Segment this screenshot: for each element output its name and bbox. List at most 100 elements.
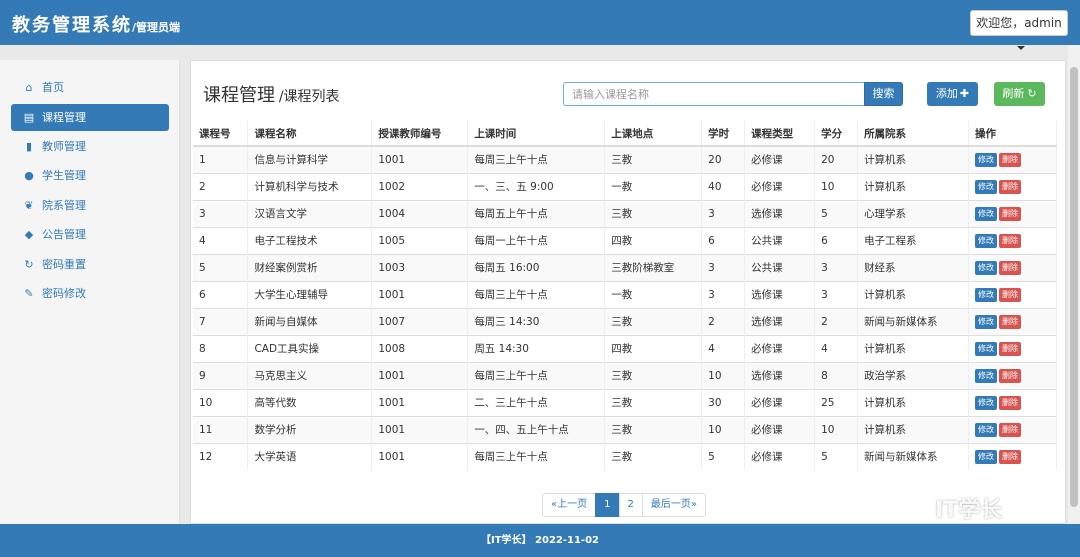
table-cell: 选修课	[744, 199, 816, 227]
last-page-button[interactable]: 最后一页»	[641, 493, 706, 517]
sidebar-item-departments[interactable]: ❦ 院系管理	[11, 192, 169, 219]
table-cell: 大学生心理辅导	[247, 280, 373, 308]
edit-button[interactable]: 修改	[975, 206, 997, 221]
delete-button[interactable]: 删除	[999, 341, 1021, 356]
sidebar-item-password-reset[interactable]: ↻ 密码重置	[11, 251, 169, 278]
table-cell: 四教	[604, 226, 703, 254]
page-button-1[interactable]: 1	[595, 493, 620, 517]
table-cell: 选修课	[744, 307, 816, 335]
delete-button[interactable]: 删除	[999, 233, 1021, 248]
actions-cell: 修改 删除	[968, 199, 1057, 227]
table-cell: 新闻与自媒体	[247, 307, 373, 335]
refresh-button[interactable]: 刷新 ↻	[994, 82, 1045, 106]
sidebar-item-home[interactable]: ⌂ 首页	[11, 74, 169, 101]
table-cell: 计算机系	[857, 334, 969, 362]
edit-button[interactable]: 修改	[975, 341, 997, 356]
edit-button[interactable]: 修改	[975, 368, 997, 383]
table-cell: 计算机系	[857, 388, 969, 416]
refresh-icon: ↻	[24, 258, 34, 271]
app-subtitle: /管理员端	[132, 21, 181, 34]
edit-button[interactable]: 修改	[975, 152, 997, 167]
search-button[interactable]: 搜索	[864, 82, 903, 106]
app-title: 教务管理系统	[12, 15, 132, 36]
table-cell: 20	[701, 145, 746, 173]
page-button-2[interactable]: 2	[618, 493, 643, 517]
table-cell: 大学英语	[247, 442, 373, 470]
edit-button[interactable]: 修改	[975, 422, 997, 437]
prev-page-button[interactable]: «上一页	[542, 493, 597, 517]
delete-button[interactable]: 删除	[999, 179, 1021, 194]
table-cell: 四教	[604, 334, 703, 362]
add-button[interactable]: 添加 ✚	[927, 82, 978, 106]
footer: 【IT学长】 2022-11-02	[0, 524, 1080, 557]
table-cell: 10	[814, 415, 859, 443]
tags-icon: ◆	[24, 228, 34, 241]
table-cell: 电子工程技术	[247, 226, 373, 254]
actions-cell: 修改 删除	[968, 145, 1057, 173]
user-menu-button[interactable]: 欢迎您，admin	[970, 10, 1068, 50]
edit-button[interactable]: 修改	[975, 233, 997, 248]
table-cell: 数学分析	[247, 415, 373, 443]
table-row: 10 高等代数 1001 二、三上午十点 三教 30 必修课 25 计算机系 修改 删除	[193, 388, 1057, 416]
table-row: 3 汉语言文学 1004 每周五上午十点 三教 3 选修课 5 心理学系 修改 删除	[193, 199, 1057, 227]
table-cell: 3	[701, 253, 746, 281]
search-input[interactable]	[563, 82, 865, 106]
table-cell: 计算机系	[857, 145, 969, 173]
table-cell: 3	[701, 199, 746, 227]
edit-button[interactable]: 修改	[975, 179, 997, 194]
table-cell: 3	[814, 280, 859, 308]
delete-button[interactable]: 删除	[999, 368, 1021, 383]
edit-button[interactable]: 修改	[975, 287, 997, 302]
table-cell: 1001	[371, 388, 469, 416]
sidebar-item-courses[interactable]: ▤ 课程管理	[11, 104, 169, 131]
table-cell: 11	[193, 415, 249, 443]
table-cell: 5	[193, 253, 249, 281]
table-cell: 二、三上午十点	[467, 388, 606, 416]
main-panel: 课程管理 /课程列表 搜索 添加✚ 刷新↻ 课程号课程名称授课教师编号上课时间上…	[190, 60, 1066, 524]
table-cell: 10	[701, 415, 746, 443]
delete-button[interactable]: 删除	[999, 287, 1021, 302]
delete-button[interactable]: 删除	[999, 260, 1021, 275]
watermark: IT学长	[935, 498, 1003, 523]
app-brand[interactable]: 教务管理系统/管理员端	[12, 11, 180, 37]
table-cell: 必修课	[744, 172, 816, 200]
sidebar-item-teachers[interactable]: ▮ 教师管理	[11, 133, 169, 160]
sidebar-item-label: 密码重置	[42, 258, 86, 271]
delete-button[interactable]: 删除	[999, 449, 1021, 464]
edit-button[interactable]: 修改	[975, 260, 997, 275]
edit-button[interactable]: 修改	[975, 314, 997, 329]
table-cell: 2	[193, 172, 249, 200]
table-cell: 政治学系	[857, 361, 969, 389]
table-cell: 1001	[371, 415, 469, 443]
edit-button[interactable]: 修改	[975, 449, 997, 464]
table-cell: 财经案例赏析	[247, 253, 373, 281]
sidebar-item-password-change[interactable]: ✎ 密码修改	[11, 280, 169, 307]
column-header: 学分	[814, 121, 859, 147]
table-cell: 1	[193, 145, 249, 173]
sidebar-item-label: 课程管理	[42, 111, 86, 124]
table-cell: 8	[193, 334, 249, 362]
table-row: 8 CAD工具实操 1008 周五 14:30 四教 4 必修课 4 计算机系 修改 删除	[193, 334, 1057, 362]
actions-cell: 修改 删除	[968, 361, 1057, 389]
sidebar-item-label: 教师管理	[42, 140, 86, 153]
sidebar-item-notices[interactable]: ◆ 公告管理	[11, 221, 169, 248]
delete-button[interactable]: 删除	[999, 422, 1021, 437]
delete-button[interactable]: 删除	[999, 152, 1021, 167]
page-title: 课程管理 /课程列表	[203, 81, 340, 107]
table-row: 6 大学生心理辅导 1001 每周三上午十点 一教 3 选修课 3 计算机系 修改 删除	[193, 280, 1057, 308]
table-header-row: 课程号 课程名称 授课教师编号 上课时间 上课地点 学时 课程类型 学分 所属院系 操作	[193, 121, 1057, 147]
table-row: 5 财经案例赏析 1003 每周五 16:00 三教阶梯教室 3 公共课 3 财经系 修改 删除	[193, 253, 1057, 281]
table-cell: 公共课	[744, 226, 816, 254]
delete-button[interactable]: 删除	[999, 206, 1021, 221]
sidebar-item-label: 院系管理	[42, 199, 86, 212]
page-scrollbar[interactable]	[1068, 45, 1080, 524]
scrollbar-thumb[interactable]	[1070, 67, 1078, 507]
edit-button[interactable]: 修改	[975, 395, 997, 410]
delete-button[interactable]: 删除	[999, 314, 1021, 329]
sidebar-item-students[interactable]: ● 学生管理	[11, 162, 169, 189]
table-row: 7 新闻与自媒体 1007 每周三 14:30 三教 2 选修课 2 新闻与新媒体系 修改 删除	[193, 307, 1057, 335]
table-cell: 12	[193, 442, 249, 470]
table-cell: 5	[701, 442, 746, 470]
table-cell: 一、四、五上午十点	[467, 415, 606, 443]
delete-button[interactable]: 删除	[999, 395, 1021, 410]
